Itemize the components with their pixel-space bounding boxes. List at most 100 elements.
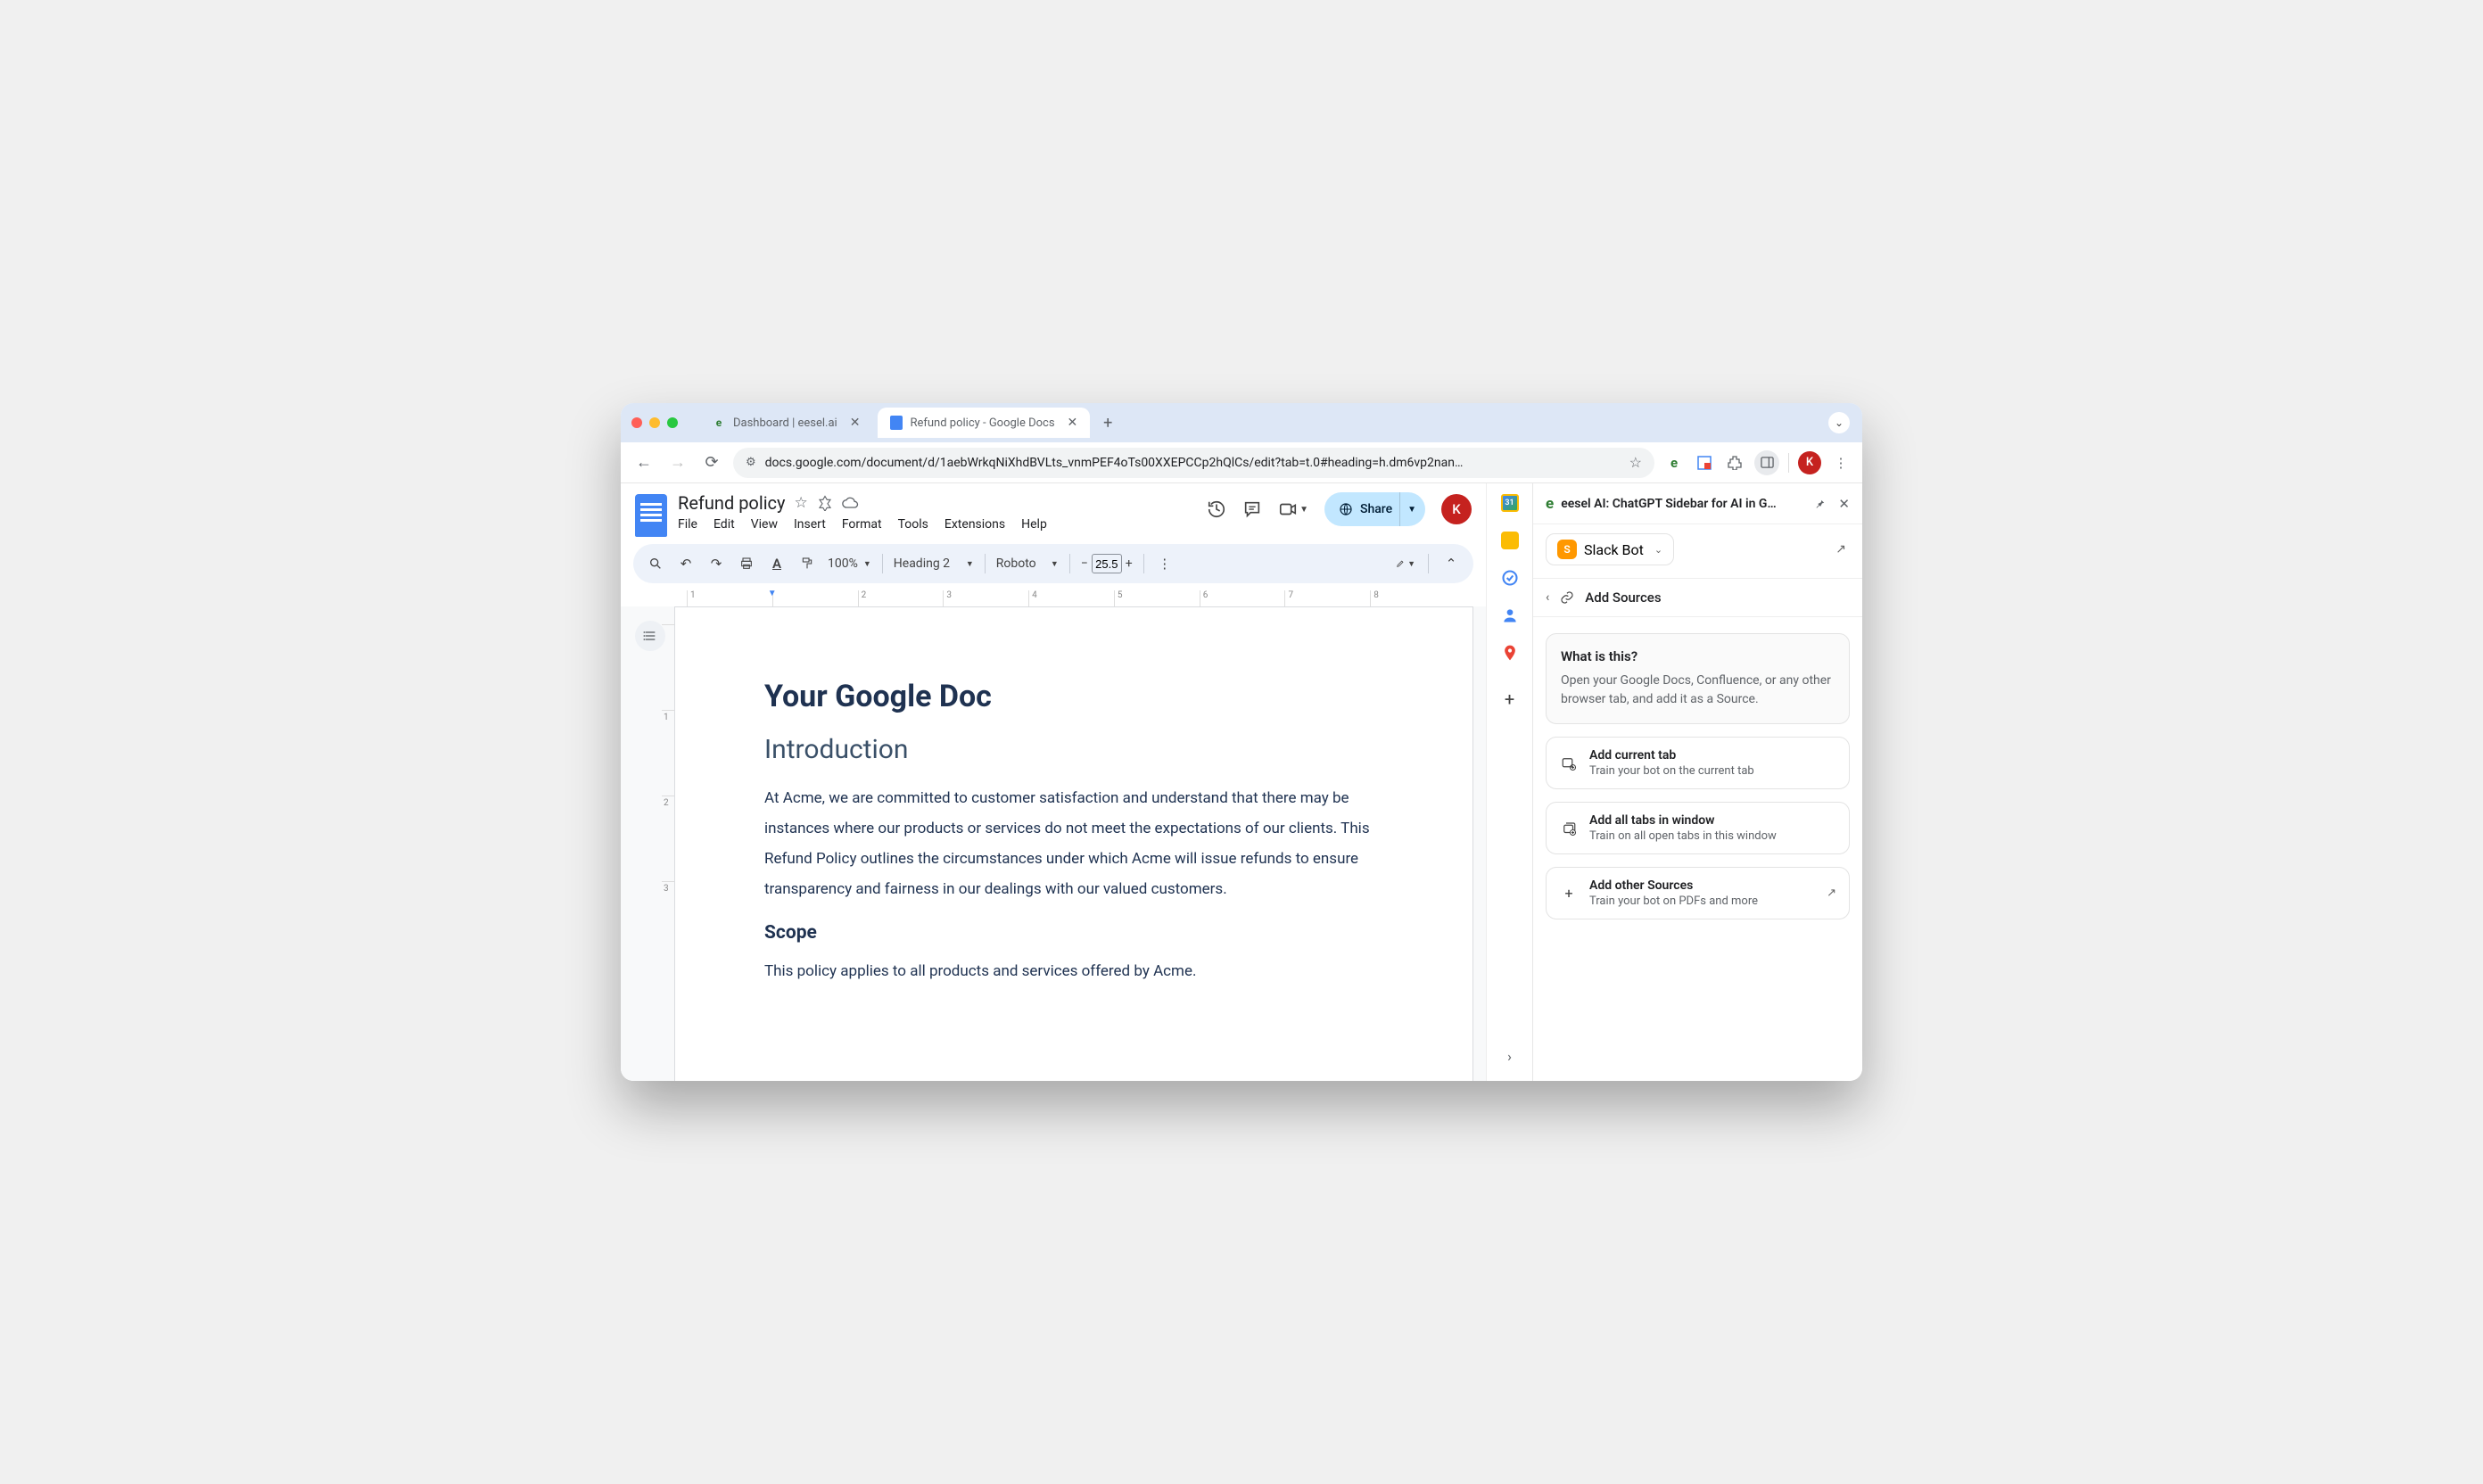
cloud-icon[interactable] xyxy=(842,494,860,512)
agent-row: S Slack Bot ⌄ ↗ xyxy=(1533,524,1862,579)
menu-insert[interactable]: Insert xyxy=(794,517,826,532)
tasks-app-icon[interactable] xyxy=(1501,569,1519,587)
doc-paragraph[interactable]: This policy applies to all products and … xyxy=(764,956,1383,986)
panel-body: What is this? Open your Google Docs, Con… xyxy=(1533,617,1862,936)
eesel-logo-icon: e xyxy=(1546,495,1554,513)
vertical-ruler[interactable]: 1 2 3 xyxy=(662,606,674,1081)
browser-window: e Dashboard | eesel.ai ✕ Refund policy -… xyxy=(621,403,1862,1081)
back-button[interactable]: ← xyxy=(631,450,656,475)
redo-icon[interactable]: ↷ xyxy=(706,556,726,572)
breadcrumb-label: Add Sources xyxy=(1585,589,1661,606)
pin-icon[interactable] xyxy=(1813,498,1826,510)
google-side-rail: 31 + › xyxy=(1486,483,1532,1081)
paint-format-icon[interactable] xyxy=(797,556,817,571)
forward-button[interactable]: → xyxy=(665,450,690,475)
maps-app-icon[interactable] xyxy=(1501,644,1519,662)
keep-app-icon[interactable] xyxy=(1501,532,1519,549)
menu-help[interactable]: Help xyxy=(1021,517,1047,532)
open-external-icon[interactable]: ↗ xyxy=(1835,542,1846,556)
history-icon[interactable] xyxy=(1207,499,1226,519)
doc-heading-3[interactable]: Scope xyxy=(764,922,1383,944)
side-panel-icon[interactable] xyxy=(1754,450,1779,475)
print-icon[interactable] xyxy=(737,556,756,571)
outline-toggle-icon[interactable] xyxy=(635,621,665,651)
share-dropdown[interactable]: ▼ xyxy=(1399,492,1416,526)
close-panel-icon[interactable]: ✕ xyxy=(1838,496,1850,512)
font-selector[interactable]: Roboto▼ xyxy=(996,556,1059,571)
profile-avatar[interactable]: K xyxy=(1798,451,1821,474)
menu-icon[interactable]: ⋮ xyxy=(1830,452,1852,474)
increase-font-icon[interactable]: + xyxy=(1126,556,1133,571)
tab-inactive[interactable]: e Dashboard | eesel.ai ✕ xyxy=(699,408,872,438)
tab-strip: e Dashboard | eesel.ai ✕ Refund policy -… xyxy=(621,403,1862,442)
add-app-icon[interactable]: + xyxy=(1505,688,1514,710)
panel-header: e eesel AI: ChatGPT Sidebar for AI in G…… xyxy=(1533,483,1862,524)
meet-icon[interactable]: ▼ xyxy=(1278,499,1308,519)
star-icon[interactable]: ☆ xyxy=(795,494,808,512)
extension-icon[interactable] xyxy=(1694,452,1715,474)
maximize-window[interactable] xyxy=(667,417,678,428)
breadcrumb-row: ‹ Add Sources xyxy=(1533,579,1862,617)
docs-logo[interactable] xyxy=(635,494,667,537)
tab-overflow-button[interactable]: ⌄ xyxy=(1828,412,1850,433)
info-desc: Open your Google Docs, Confluence, or an… xyxy=(1561,672,1835,709)
address-bar[interactable]: ⚙ docs.google.com/document/d/1aebWrkqNiX… xyxy=(733,448,1654,478)
close-tab-icon[interactable]: ✕ xyxy=(1068,416,1078,430)
globe-icon xyxy=(1339,502,1353,516)
doc-paragraph[interactable]: At Acme, we are committed to customer sa… xyxy=(764,783,1383,904)
more-icon[interactable]: ⋮ xyxy=(1155,556,1175,572)
horizontal-ruler[interactable]: 1 ▼ 2 3 4 5 6 7 8 xyxy=(633,590,1473,606)
format-toolbar: ↶ ↷ A 100%▼ Heading 2▼ Roboto▼ − + ⋮ xyxy=(633,544,1473,583)
minimize-window[interactable] xyxy=(649,417,660,428)
account-avatar[interactable]: K xyxy=(1441,494,1472,524)
close-tab-icon[interactable]: ✕ xyxy=(850,416,861,430)
site-info-icon[interactable]: ⚙ xyxy=(746,456,756,469)
eesel-extension-icon[interactable]: e xyxy=(1663,452,1685,474)
edit-mode-icon[interactable]: ▼ xyxy=(1396,556,1415,571)
expand-rail-icon[interactable]: › xyxy=(1497,1043,1522,1068)
menu-edit[interactable]: Edit xyxy=(714,517,735,532)
comments-icon[interactable] xyxy=(1242,499,1262,519)
doc-heading-2[interactable]: Introduction xyxy=(764,734,1383,765)
font-size-input[interactable] xyxy=(1092,554,1122,573)
move-icon[interactable] xyxy=(817,495,833,511)
search-icon[interactable] xyxy=(646,556,665,571)
bookmark-icon[interactable]: ☆ xyxy=(1629,454,1642,471)
action-add-other-sources[interactable]: + Add other Sources Train your bot on PD… xyxy=(1546,867,1850,919)
reload-button[interactable]: ⟳ xyxy=(699,450,724,475)
document-title[interactable]: Refund policy xyxy=(678,492,786,514)
chevron-down-icon: ⌄ xyxy=(1654,544,1662,556)
collapse-icon[interactable]: ⌃ xyxy=(1441,556,1461,572)
menu-tools[interactable]: Tools xyxy=(898,517,928,532)
contacts-app-icon[interactable] xyxy=(1501,606,1519,624)
close-window[interactable] xyxy=(631,417,642,428)
menu-extensions[interactable]: Extensions xyxy=(945,517,1005,532)
action-add-all-tabs[interactable]: Add all tabs in window Train on all open… xyxy=(1546,802,1850,854)
style-selector[interactable]: Heading 2▼ xyxy=(894,556,974,571)
window-controls xyxy=(631,417,678,428)
url-bar: ← → ⟳ ⚙ docs.google.com/document/d/1aebW… xyxy=(621,442,1862,483)
agent-avatar: S xyxy=(1557,540,1577,559)
tab-active[interactable]: Refund policy - Google Docs ✕ xyxy=(878,408,1090,438)
back-icon[interactable]: ‹ xyxy=(1546,590,1549,605)
undo-icon[interactable]: ↶ xyxy=(676,556,696,572)
menu-format[interactable]: Format xyxy=(842,517,882,532)
decrease-font-icon[interactable]: − xyxy=(1081,556,1088,571)
extensions-icon[interactable] xyxy=(1724,452,1745,474)
spellcheck-icon[interactable]: A xyxy=(767,556,787,572)
zoom-selector[interactable]: 100%▼ xyxy=(828,556,871,571)
info-title: What is this? xyxy=(1561,648,1835,664)
extension-icons: e K ⋮ xyxy=(1663,450,1852,475)
doc-heading-1[interactable]: Your Google Doc xyxy=(764,679,1383,714)
agent-selector[interactable]: S Slack Bot ⌄ xyxy=(1546,533,1674,565)
menu-file[interactable]: File xyxy=(678,517,697,532)
document-canvas[interactable]: 1 2 3 Your Google Doc Introduction At Ac… xyxy=(621,606,1486,1081)
calendar-app-icon[interactable]: 31 xyxy=(1501,494,1519,512)
menu-view[interactable]: View xyxy=(751,517,778,532)
action-add-current-tab[interactable]: Add current tab Train your bot on the cu… xyxy=(1546,737,1850,789)
document-page[interactable]: Your Google Doc Introduction At Acme, we… xyxy=(674,606,1473,1081)
arrow-icon: ↗ xyxy=(1827,886,1836,900)
share-button[interactable]: Share ▼ xyxy=(1324,492,1425,526)
new-tab-button[interactable]: + xyxy=(1095,410,1120,435)
panel-title: eesel AI: ChatGPT Sidebar for AI in G… xyxy=(1561,497,1801,511)
